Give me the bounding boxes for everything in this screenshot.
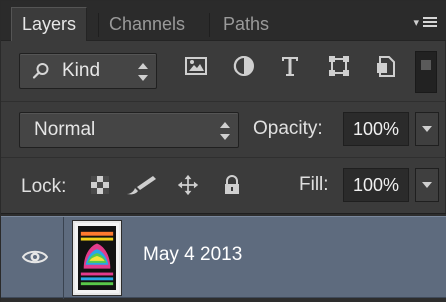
panel-menu-hamburger-icon (423, 17, 437, 27)
lock-label: Lock: (21, 176, 67, 197)
tab-paths-label: Paths (223, 13, 270, 34)
fill-value: 100% (352, 174, 400, 195)
tab-separator (209, 13, 210, 37)
fill-dropdown-button[interactable] (415, 168, 439, 202)
layer-row-divider (63, 217, 64, 299)
search-icon (32, 62, 50, 80)
filter-kind-select[interactable]: Kind (19, 53, 157, 89)
tab-paths[interactable]: Paths (213, 7, 279, 41)
layer-thumbnail-image (78, 226, 116, 290)
tab-channels[interactable]: Channels (99, 7, 195, 41)
lock-row: Lock: Fill: 100% (1, 157, 446, 213)
smart-object-filter-icon[interactable] (373, 53, 399, 79)
adjustment-layer-filter-icon[interactable] (231, 53, 257, 79)
layer-row[interactable]: May 4 2013 (1, 216, 446, 299)
fill-input[interactable]: 100% (343, 168, 409, 202)
eye-icon[interactable] (21, 245, 49, 269)
opacity-input[interactable]: 100% (343, 112, 409, 146)
type-layer-filter-icon[interactable] (277, 53, 303, 79)
fill-label: Fill: (299, 174, 329, 195)
blend-row: Normal Opacity: 100% (1, 101, 446, 157)
blend-mode-select[interactable]: Normal (19, 112, 239, 148)
opacity-value: 100% (352, 118, 400, 139)
shape-layer-filter-icon[interactable] (326, 53, 352, 79)
layers-list: May 4 2013 (1, 213, 446, 302)
panel-menu-chevron-icon: ▾ (413, 16, 419, 29)
lock-all-icon[interactable] (221, 174, 243, 196)
layers-panel: Layers Channels Paths ▾ Kind Normal Opac… (0, 0, 446, 302)
tab-layers-label: Layers (22, 14, 77, 34)
panel-menu-button[interactable]: ▾ (411, 13, 437, 31)
lock-image-pixels-icon[interactable] (125, 174, 159, 196)
pixel-layer-filter-icon[interactable] (183, 53, 209, 79)
blend-mode-value: Normal (34, 119, 96, 140)
lock-transparent-pixels-icon[interactable] (89, 174, 111, 196)
select-updown-icon (220, 122, 230, 140)
select-updown-icon (138, 63, 148, 81)
tab-layers[interactable]: Layers (11, 7, 88, 41)
opacity-dropdown-button[interactable] (415, 112, 439, 146)
layer-name[interactable]: May 4 2013 (143, 244, 242, 266)
opacity-label: Opacity: (253, 118, 323, 139)
filter-toggle-switch[interactable] (415, 51, 437, 93)
layer-thumbnail[interactable] (73, 221, 121, 295)
panel-tabbar: Layers Channels Paths ▾ (1, 1, 446, 41)
filter-row: Kind (1, 41, 446, 101)
lock-position-icon[interactable] (175, 174, 201, 196)
tab-channels-label: Channels (109, 13, 186, 34)
filter-kind-value: Kind (62, 60, 101, 81)
